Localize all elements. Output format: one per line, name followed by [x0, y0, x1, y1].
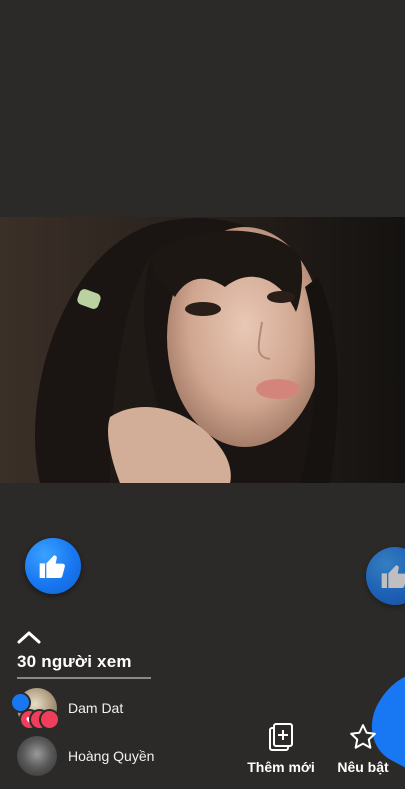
viewer-item[interactable]: Hoàng Quyền: [17, 736, 154, 776]
feature-label: Nêu bật: [337, 759, 389, 775]
reaction-badges: [10, 692, 70, 730]
floating-like-reaction: [366, 547, 405, 605]
star-icon: [350, 724, 376, 749]
like-button[interactable]: [25, 538, 81, 594]
viewers-count[interactable]: 30 người xem: [17, 652, 132, 672]
portrait-image: [0, 217, 405, 483]
thumbs-up-icon: [381, 565, 405, 588]
heart-icon: [39, 709, 60, 730]
viewer-name: Dam Dat: [68, 700, 124, 716]
thumbs-up-icon: [39, 555, 65, 578]
feature-button[interactable]: Nêu bật: [334, 722, 392, 775]
chevron-up-icon[interactable]: [17, 630, 41, 644]
add-new-label: Thêm mới: [247, 759, 315, 775]
add-new-button[interactable]: Thêm mới: [246, 722, 316, 775]
divider: [17, 677, 151, 679]
avatar: [17, 736, 57, 776]
video-frame[interactable]: [0, 217, 405, 483]
viewer-name: Hoàng Quyền: [68, 748, 155, 764]
live-video-screen: 30 người xem Dam Dat Hoàng Quyền Thêm mớ…: [0, 0, 405, 789]
add-card-icon: [269, 723, 293, 751]
